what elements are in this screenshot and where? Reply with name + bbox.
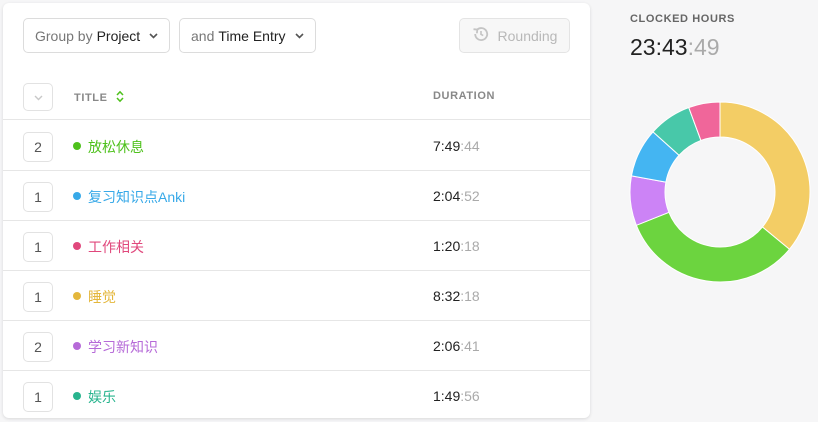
duration-seconds: :56 [460, 388, 480, 404]
clocked-hours-label: CLOCKED HOURS [630, 13, 735, 25]
entry-count[interactable]: 1 [23, 382, 53, 412]
title-column-header[interactable]: TITLE [74, 90, 124, 106]
duration: 1:20:18 [433, 238, 480, 254]
duration-seconds: :44 [460, 138, 480, 154]
total-seconds: :49 [687, 34, 720, 60]
project-color-dot [73, 342, 81, 350]
history-icon [472, 25, 498, 46]
chevron-down-icon [34, 88, 43, 106]
project-title[interactable]: 睡觉 [88, 287, 116, 307]
duration: 1:49:56 [433, 388, 480, 404]
project-title[interactable]: 工作相关 [88, 237, 144, 257]
toolbar: Group by Project and Time Entry Rounding [3, 3, 590, 68]
rounding-button[interactable]: Rounding [459, 18, 570, 53]
entry-count[interactable]: 1 [23, 182, 53, 212]
table-row[interactable]: 1 睡觉 8:32:18 [3, 271, 590, 321]
project-title[interactable]: 复习知识点Anki [88, 187, 185, 207]
duration-seconds: :52 [460, 188, 480, 204]
title-column-label: TITLE [74, 92, 108, 104]
project-color-dot [73, 142, 81, 150]
then-by-prefix: and [191, 27, 215, 44]
sort-icon [108, 90, 124, 106]
report-card: Group by Project and Time Entry Rounding [3, 3, 590, 418]
chevron-down-icon [149, 32, 158, 39]
duration-main: 1:49 [433, 388, 461, 404]
entry-count[interactable]: 2 [23, 332, 53, 362]
duration-seconds: :18 [460, 288, 480, 304]
duration: 8:32:18 [433, 288, 480, 304]
project-title[interactable]: 放松休息 [88, 137, 144, 157]
total-main: 23:43 [630, 34, 688, 60]
duration: 7:49:44 [433, 138, 480, 154]
clocked-hours-total: 23:43:49 [630, 34, 720, 61]
table-row[interactable]: 1 工作相关 1:20:18 [3, 221, 590, 271]
duration-seconds: :41 [460, 338, 480, 354]
group-by-dropdown[interactable]: Group by Project [23, 18, 171, 53]
table-row[interactable]: 2 学习新知识 2:06:41 [3, 321, 590, 371]
table-header: TITLE DURATION [3, 68, 590, 120]
rounding-label: Rounding [497, 27, 558, 44]
duration-seconds: :18 [460, 238, 480, 254]
group-by-prefix: Group by [35, 27, 93, 44]
project-title[interactable]: 学习新知识 [88, 337, 158, 357]
project-color-dot [73, 292, 81, 300]
donut-segment[interactable] [719, 101, 811, 250]
then-by-value: Time Entry [218, 27, 286, 44]
entry-count[interactable]: 1 [23, 282, 53, 312]
project-color-dot [73, 392, 81, 400]
duration-main: 7:49 [433, 138, 461, 154]
project-donut-chart [629, 101, 811, 283]
duration-main: 1:20 [433, 238, 461, 254]
chevron-down-icon [294, 32, 304, 39]
duration: 2:06:41 [433, 338, 480, 354]
project-color-dot [73, 192, 81, 200]
table-row[interactable]: 1 复习知识点Anki 2:04:52 [3, 171, 590, 221]
then-by-dropdown[interactable]: and Time Entry [179, 18, 316, 53]
duration-main: 2:04 [433, 188, 461, 204]
table-row[interactable]: 2 放松休息 7:49:44 [3, 121, 590, 171]
duration-column-header[interactable]: DURATION [433, 90, 495, 102]
project-title[interactable]: 娱乐 [88, 387, 116, 407]
group-by-value: Project [96, 27, 141, 44]
project-color-dot [73, 242, 81, 250]
expand-all-toggle[interactable] [23, 83, 53, 111]
duration-main: 8:32 [433, 288, 461, 304]
table-row[interactable]: 1 娱乐 1:49:56 [3, 371, 590, 418]
duration-main: 2:06 [433, 338, 461, 354]
entry-count[interactable]: 2 [23, 132, 53, 162]
duration: 2:04:52 [433, 188, 480, 204]
entry-count[interactable]: 1 [23, 232, 53, 262]
